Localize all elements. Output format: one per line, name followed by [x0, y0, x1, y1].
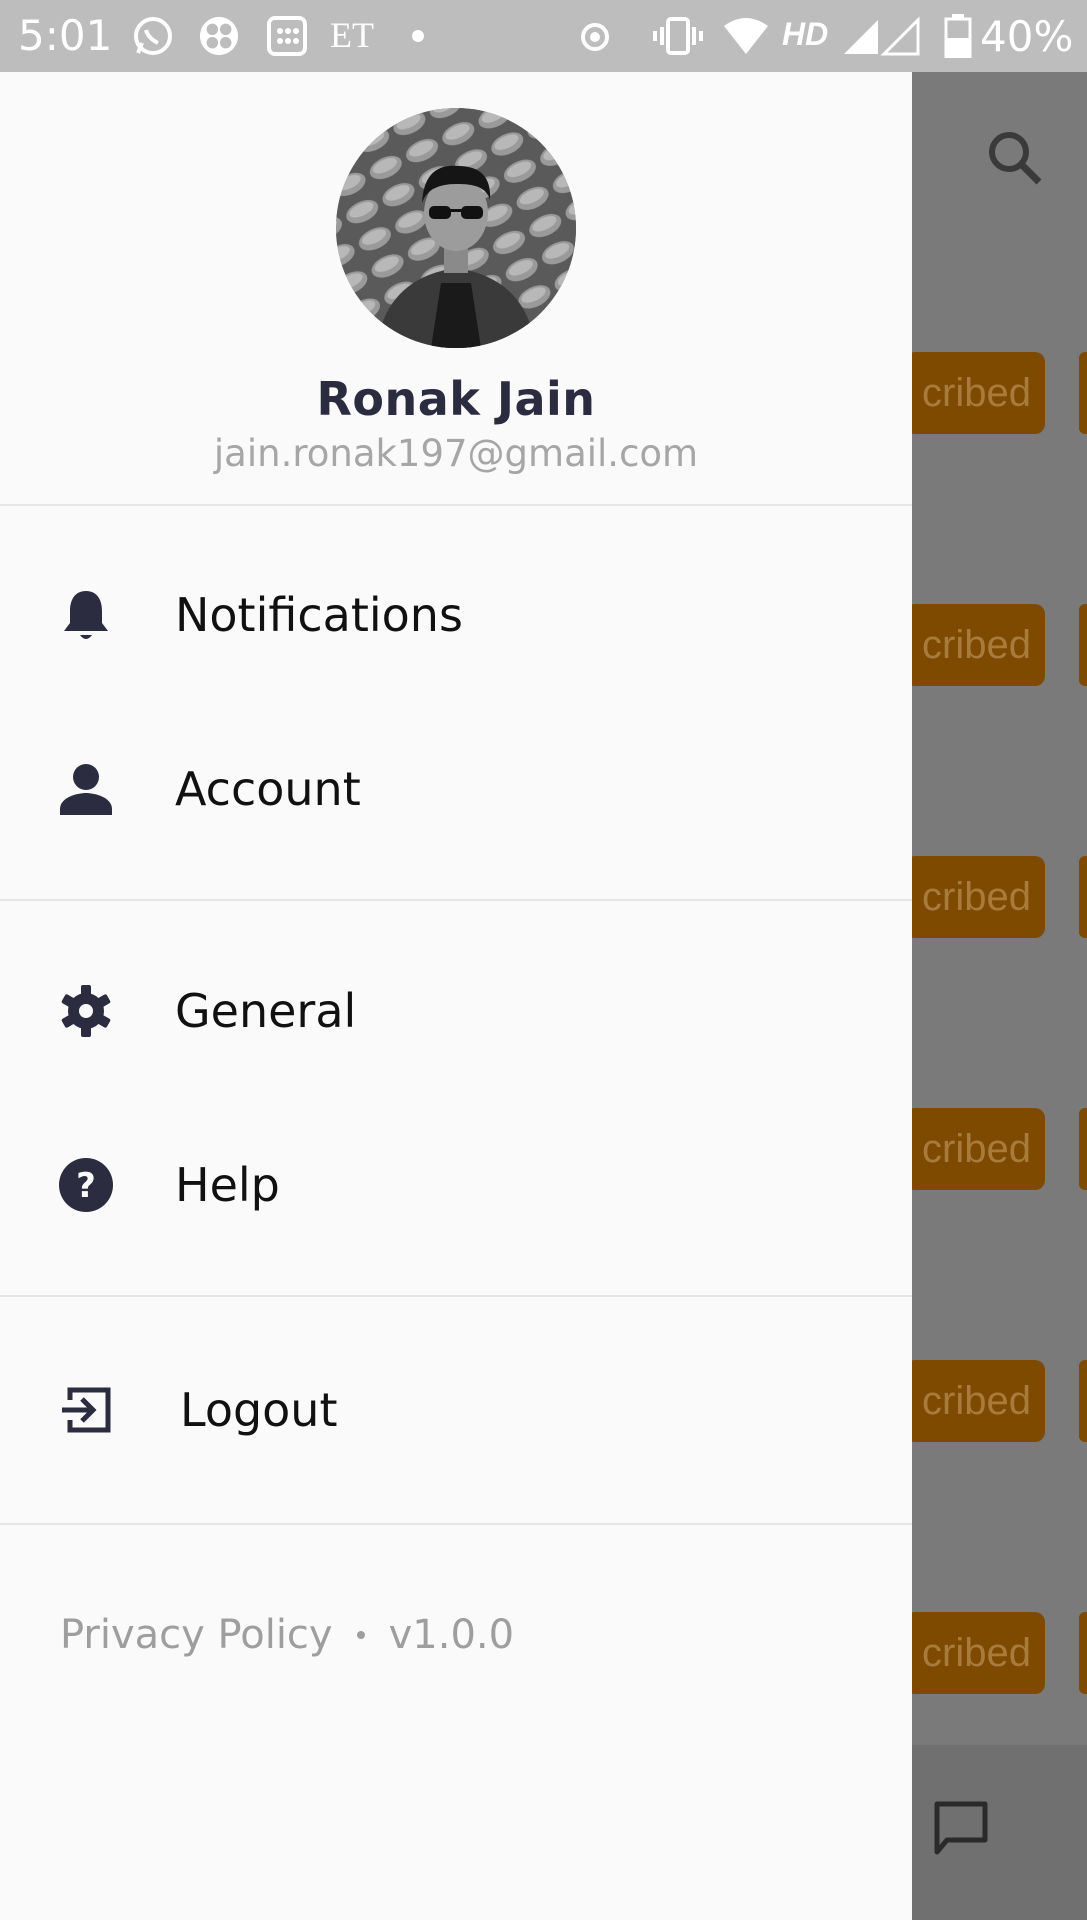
battery-icon: [944, 14, 972, 58]
subscribed-badge: cribed: [905, 1360, 1045, 1442]
menu-item-general[interactable]: General: [0, 936, 912, 1086]
battery-percent: 40%: [980, 12, 1074, 61]
menu-label-notifications: Notifications: [175, 588, 463, 642]
menu-item-notifications[interactable]: Notifications: [0, 540, 912, 690]
svg-text:?: ?: [76, 1166, 96, 1206]
bell-icon: [56, 585, 116, 645]
badge-edge: [1079, 1108, 1087, 1190]
menu-item-logout[interactable]: Logout: [0, 1335, 912, 1485]
profile-email: jain.ronak197@gmail.com: [213, 432, 699, 475]
dot-icon: [412, 30, 424, 42]
wifi-icon: [722, 16, 770, 56]
profile-header: Ronak Jain jain.ronak197@gmail.com: [0, 72, 912, 506]
status-bar: 5:01 ET HD 40%: [0, 0, 1087, 72]
logout-icon: [56, 1380, 116, 1440]
subscribed-badge: cribed: [905, 1612, 1045, 1694]
subscribed-badge: cribed: [905, 1108, 1045, 1190]
avatar[interactable]: [336, 108, 576, 348]
privacy-policy-link[interactable]: Privacy Policy: [60, 1612, 333, 1658]
menu-item-account[interactable]: Account: [0, 714, 912, 864]
menu-label-logout: Logout: [180, 1383, 338, 1437]
badge-edge: [1079, 856, 1087, 938]
search-icon: [985, 128, 1043, 191]
badge-edge: [1079, 1360, 1087, 1442]
menu-label-account: Account: [175, 762, 361, 816]
menu-label-help: Help: [175, 1158, 280, 1212]
navigation-drawer: Ronak Jain jain.ronak197@gmail.com Notif…: [0, 72, 912, 1920]
subscribed-badge: cribed: [905, 856, 1045, 938]
divider: [0, 1295, 912, 1297]
alarm-icon: [574, 16, 616, 56]
et-app-icon: ET: [330, 15, 374, 55]
menu-item-help[interactable]: ? Help: [0, 1110, 912, 1260]
divider: [0, 1523, 912, 1525]
signal-icon: [842, 16, 920, 56]
badge-edge: [1079, 352, 1087, 434]
profile-name: Ronak Jain: [316, 372, 596, 426]
menu-label-general: General: [175, 984, 357, 1038]
chat-icon: [933, 1800, 989, 1861]
subscribed-badge: cribed: [905, 604, 1045, 686]
whatsapp-icon: [132, 16, 174, 56]
drawer-footer: Privacy Policy v1.0.0: [60, 1612, 514, 1658]
separator-dot: [356, 1631, 365, 1639]
help-icon: ?: [56, 1155, 116, 1215]
badge-edge: [1079, 604, 1087, 686]
calculator-icon: [266, 16, 308, 56]
hd-label: HD: [782, 16, 829, 52]
gear-icon: [56, 981, 116, 1041]
badge-edge: [1079, 1612, 1087, 1694]
app-version: v1.0.0: [388, 1612, 515, 1658]
status-time: 5:01: [18, 11, 113, 60]
person-icon: [56, 759, 116, 819]
subscribed-badge: cribed: [905, 352, 1045, 434]
divider: [0, 899, 912, 901]
vibrate-icon: [652, 16, 704, 56]
pinwheel-icon: [198, 16, 240, 56]
